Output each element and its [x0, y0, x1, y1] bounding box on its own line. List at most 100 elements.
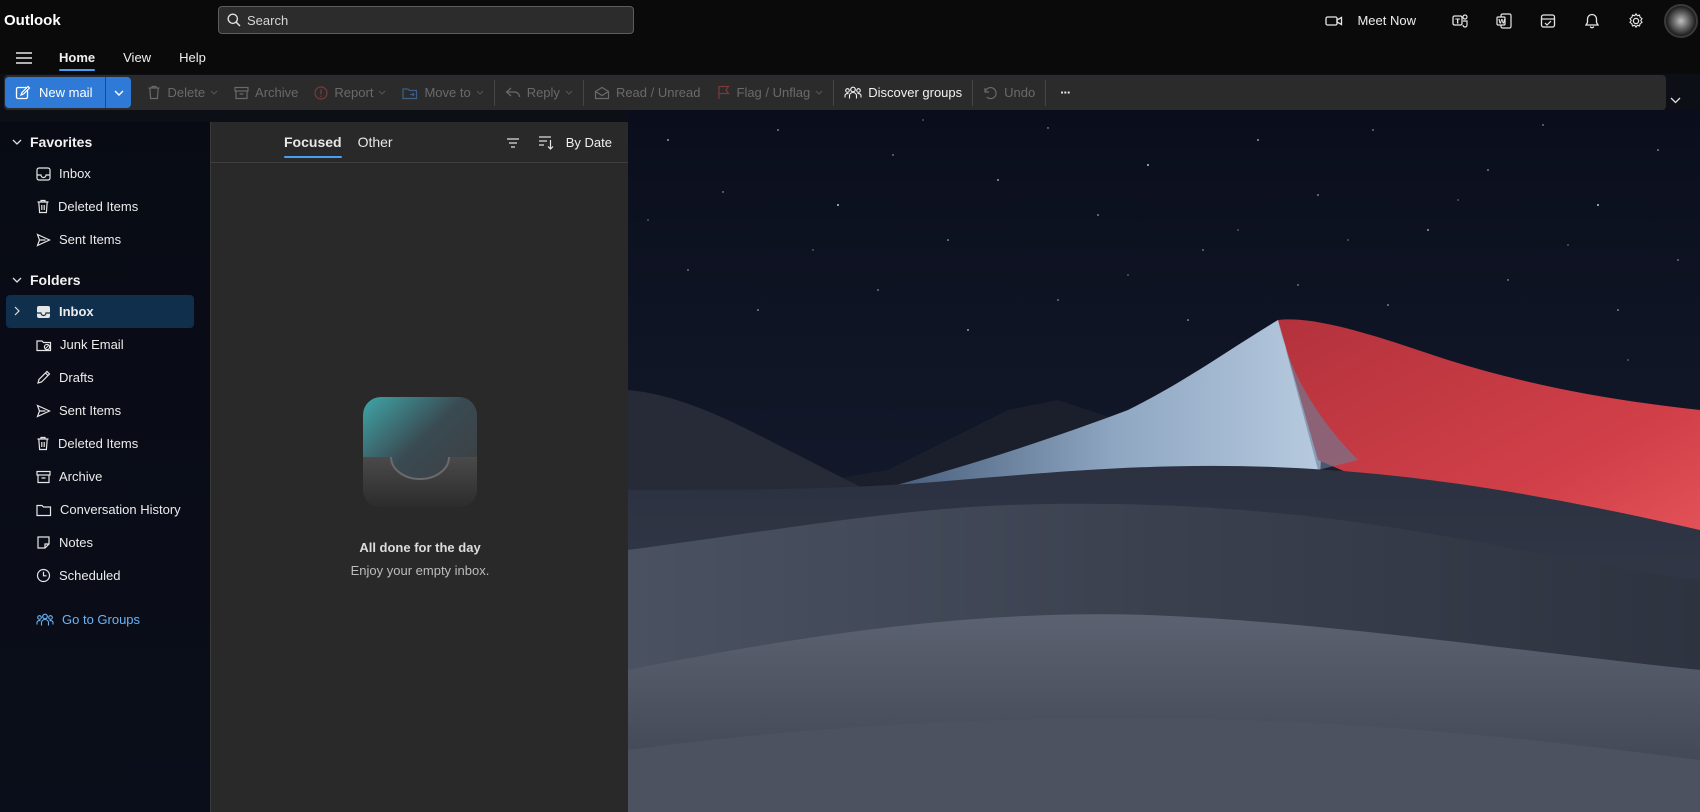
folder-item-scheduled[interactable]: Scheduled [6, 559, 194, 592]
menu-button[interactable] [0, 41, 48, 74]
search-input[interactable] [247, 12, 617, 28]
favorite-item-inbox[interactable]: Inbox [6, 157, 194, 190]
reading-pane [628, 110, 1700, 812]
my-day-button[interactable] [1526, 0, 1570, 41]
folder-item-label: Scheduled [59, 568, 121, 583]
meet-now-label: Meet Now [1357, 13, 1416, 28]
chevron-right-icon[interactable] [14, 306, 20, 316]
folder-item-conversation-history[interactable]: Conversation History [6, 493, 194, 526]
teams-icon: T [1452, 13, 1468, 28]
favorite-item-deleted[interactable]: Deleted Items [6, 190, 194, 223]
favorite-item-label: Sent Items [59, 232, 122, 247]
folder-item-drafts[interactable]: Drafts [6, 361, 194, 394]
avatar[interactable] [1664, 3, 1698, 38]
people-group-icon [844, 86, 862, 99]
go-to-groups-link[interactable]: Go to Groups [6, 603, 194, 636]
ribbon-divider [493, 79, 495, 106]
flag-unflag-button[interactable]: Flag / Unflag [709, 77, 832, 108]
favorites-header[interactable]: Favorites [0, 127, 210, 157]
message-list: Focused Other By Date All done for the d… [210, 122, 628, 812]
folder-item-label: Sent Items [59, 403, 122, 418]
new-mail-split-button: New mail [5, 77, 132, 108]
reply-button[interactable]: Reply [497, 77, 581, 108]
message-list-header: Focused Other By Date [211, 122, 628, 163]
undo-label: Undo [1004, 85, 1036, 100]
tab-focused[interactable]: Focused [279, 122, 342, 163]
gear-icon [1629, 12, 1643, 28]
tab-view[interactable]: View [112, 41, 162, 74]
folder-item-inbox[interactable]: Inbox [6, 295, 194, 328]
delete-button[interactable]: Delete [139, 77, 226, 108]
chevron-down-icon [12, 277, 22, 283]
sort-label: By Date [565, 135, 612, 150]
archive-icon [36, 470, 51, 483]
nav-row: Home View Help [0, 41, 1700, 74]
move-to-label: Move to [424, 85, 471, 100]
folder-icon [36, 504, 52, 516]
filter-icon [506, 137, 519, 148]
flag-icon [717, 85, 730, 99]
read-unread-button[interactable]: Read / Unread [586, 77, 709, 108]
video-icon [1325, 15, 1343, 26]
favorite-item-sent[interactable]: Sent Items [6, 223, 194, 256]
discover-groups-label: Discover groups [868, 85, 963, 100]
filter-button[interactable] [506, 137, 520, 149]
ribbon-divider [833, 79, 835, 106]
undo-button[interactable]: Undo [975, 77, 1043, 108]
new-mail-dropdown[interactable] [105, 77, 132, 108]
inbox-icon [36, 166, 51, 181]
teams-button[interactable]: T [1438, 0, 1482, 41]
chevron-down-icon [565, 90, 573, 95]
send-icon [36, 232, 51, 247]
folder-item-notes[interactable]: Notes [6, 526, 194, 559]
svg-text:W: W [1498, 17, 1505, 25]
pencil-icon [37, 370, 51, 384]
folder-item-junk[interactable]: Junk Email [6, 328, 194, 361]
tab-home[interactable]: Home [48, 41, 106, 74]
archive-label: Archive [255, 85, 299, 100]
word-icon: W [1496, 12, 1512, 29]
word-button[interactable]: W [1482, 0, 1526, 41]
more-options-button[interactable]: ··· [1048, 77, 1078, 108]
clock-icon [36, 568, 51, 583]
folders-header[interactable]: Folders [0, 265, 210, 295]
go-to-groups-label: Go to Groups [62, 612, 141, 627]
folders-title: Folders [30, 272, 81, 288]
shield-alert-icon [314, 85, 329, 100]
new-mail-button[interactable]: New mail [5, 77, 106, 108]
folder-item-label: Drafts [59, 370, 94, 385]
folder-item-deleted[interactable]: Deleted Items [6, 427, 194, 460]
folder-pane: Favorites Inbox Deleted Items Sent Items… [0, 122, 210, 812]
hamburger-icon [16, 51, 32, 64]
move-to-button[interactable]: Move to [394, 77, 491, 108]
search-box[interactable] [218, 6, 634, 34]
empty-tray-illustration [363, 397, 477, 507]
tab-help[interactable]: Help [168, 41, 217, 74]
discover-groups-button[interactable]: Discover groups [836, 77, 970, 108]
tab-other[interactable]: Other [358, 122, 393, 163]
folder-move-icon [402, 87, 418, 99]
ribbon-divider [1045, 79, 1047, 106]
report-button[interactable]: Report [306, 77, 394, 108]
envelope-open-icon [594, 86, 610, 99]
archive-button[interactable]: Archive [226, 77, 306, 108]
chevron-down-icon [210, 90, 218, 95]
delete-label: Delete [167, 85, 206, 100]
wallpaper-landscape [628, 110, 1700, 812]
undo-icon [984, 86, 997, 99]
folder-item-label: Conversation History [60, 502, 181, 517]
bell-icon [1584, 13, 1600, 28]
chevron-down-icon [114, 90, 124, 96]
notifications-button[interactable] [1570, 0, 1614, 41]
folder-item-archive[interactable]: Archive [6, 460, 194, 493]
junk-icon [36, 339, 52, 351]
folder-item-sent[interactable]: Sent Items [6, 394, 194, 427]
settings-button[interactable] [1614, 0, 1658, 41]
folder-item-label: Archive [59, 469, 103, 484]
empty-inbox-state: All done for the day Enjoy your empty in… [211, 394, 629, 578]
sort-by-date-button[interactable]: By Date [538, 135, 612, 150]
compose-icon [15, 85, 31, 99]
ribbon-expand-button[interactable] [1665, 92, 1685, 108]
app-title[interactable]: Outlook [4, 12, 217, 29]
meet-now-button[interactable]: Meet Now [1325, 13, 1416, 28]
